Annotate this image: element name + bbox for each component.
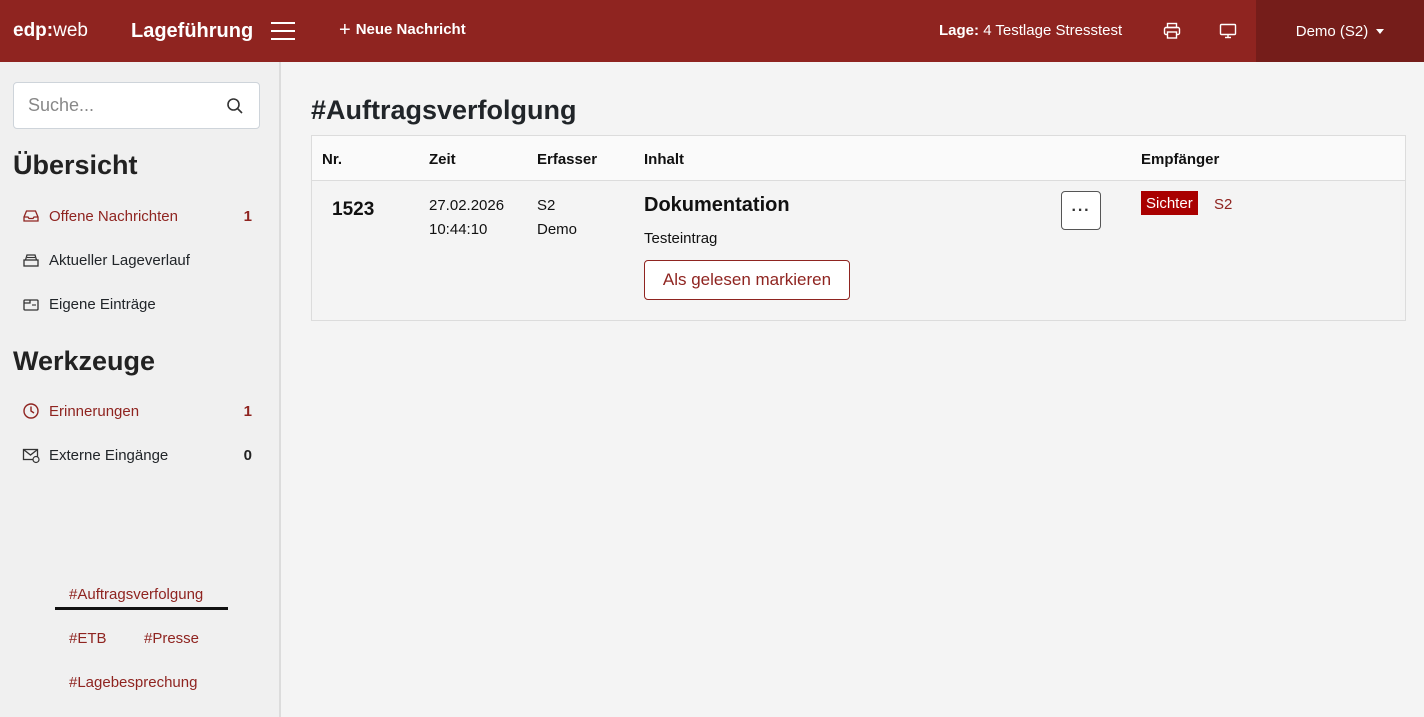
sidebar-item-label: Erinnerungen xyxy=(49,402,140,420)
app-title[interactable]: Lageführung xyxy=(131,20,253,43)
active-tag-underline xyxy=(55,607,228,610)
new-message-label: Neue Nachricht xyxy=(355,21,466,38)
messages-table: Nr. Zeit Erfasser Inhalt Empfänger 1523 … xyxy=(311,135,1406,321)
sidebar-item-reminders[interactable]: Erinnerungen 1 xyxy=(22,399,252,423)
search-input[interactable] xyxy=(28,95,218,116)
sidebar-item-external-inputs[interactable]: Externe Eingänge 0 xyxy=(22,443,252,467)
monitor-icon[interactable] xyxy=(1219,22,1237,40)
count-badge: 0 xyxy=(243,446,252,464)
column-header-inhalt: Inhalt xyxy=(644,151,684,168)
inbox-icon xyxy=(23,210,39,222)
tools-heading: Werkzeuge xyxy=(13,346,156,376)
sidebar-item-label: Aktueller Lageverlauf xyxy=(49,251,190,269)
table-header: Nr. Zeit Erfasser Inhalt Empfänger xyxy=(312,136,1405,181)
page-title: #Auftragsverfolgung xyxy=(311,95,577,125)
overview-heading: Übersicht xyxy=(13,150,138,180)
sidebar-item-label: Externe Eingänge xyxy=(49,446,169,464)
tag-etb[interactable]: #ETB xyxy=(69,630,107,647)
caret-down-icon xyxy=(1376,28,1385,34)
sidebar-item-own-entries[interactable]: Eigene Einträge xyxy=(22,292,252,316)
stack-icon xyxy=(23,254,39,267)
column-header-zeit: Zeit xyxy=(429,151,456,168)
brand-logo[interactable]: edp:web xyxy=(13,20,88,42)
mark-as-read-button[interactable]: Als gelesen markieren xyxy=(644,260,850,300)
column-header-empfaenger: Empfänger xyxy=(1141,151,1220,168)
sidebar-item-lageverlauf[interactable]: Aktueller Lageverlauf xyxy=(22,248,252,272)
tag-presse[interactable]: #Presse xyxy=(144,630,199,647)
tag-auftragsverfolgung[interactable]: #Auftragsverfolgung xyxy=(69,586,203,603)
mail-icon xyxy=(22,448,40,464)
column-header-erfasser: Erfasser xyxy=(537,151,598,168)
top-navbar: edp:web Lageführung + Neue Nachricht Lag… xyxy=(0,0,1424,62)
message-number: 1523 xyxy=(332,199,375,220)
message-text: Testeintrag xyxy=(644,230,718,247)
tag-lagebesprechung[interactable]: #Lagebesprechung xyxy=(69,674,197,691)
count-badge: 1 xyxy=(243,402,252,420)
user-name: Demo (S2) xyxy=(1295,22,1369,40)
user-menu[interactable]: Demo (S2) xyxy=(1256,0,1424,62)
column-header-nr: Nr. xyxy=(322,151,343,168)
count-badge: 1 xyxy=(243,207,252,225)
menu-icon[interactable] xyxy=(271,22,295,40)
folder-icon xyxy=(23,299,39,311)
sidebar: Übersicht Offene Nachrichten 1 Aktueller… xyxy=(0,62,281,717)
sidebar-item-label: Offene Nachrichten xyxy=(49,207,178,225)
recipient-link[interactable]: S2 xyxy=(1214,196,1232,213)
more-options-button[interactable]: ··· xyxy=(1061,191,1101,230)
recipient-badge: Sichter xyxy=(1141,191,1198,215)
search-icon[interactable] xyxy=(226,97,244,115)
search-box xyxy=(13,82,260,129)
new-message-button[interactable]: + Neue Nachricht xyxy=(339,18,466,41)
sidebar-item-label: Eigene Einträge xyxy=(49,295,156,313)
lage-info: Lage: 4 Testlage Stresstest xyxy=(939,22,1123,39)
clock-icon xyxy=(23,403,39,419)
printer-icon[interactable] xyxy=(1163,22,1181,40)
plus-icon: + xyxy=(339,18,351,41)
sidebar-item-open-messages[interactable]: Offene Nachrichten 1 xyxy=(22,204,252,228)
message-title: Dokumentation xyxy=(644,194,790,216)
message-time: 27.02.2026 10:44:10 xyxy=(429,197,505,238)
message-author: S2 Demo xyxy=(537,197,578,238)
